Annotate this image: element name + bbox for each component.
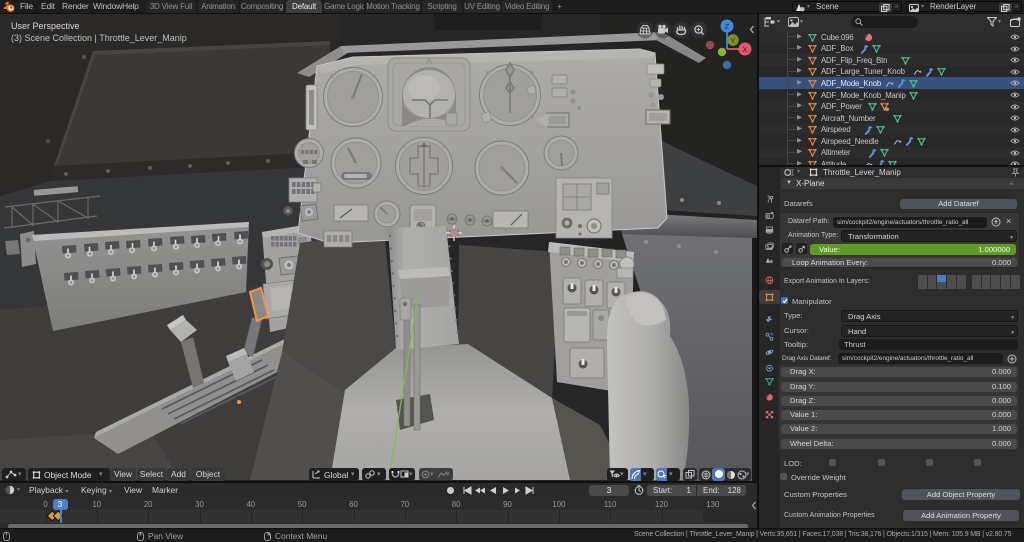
svg-text:Z: Z: [725, 22, 730, 31]
svg-text:X: X: [742, 45, 747, 54]
svg-text:Y: Y: [730, 36, 735, 45]
